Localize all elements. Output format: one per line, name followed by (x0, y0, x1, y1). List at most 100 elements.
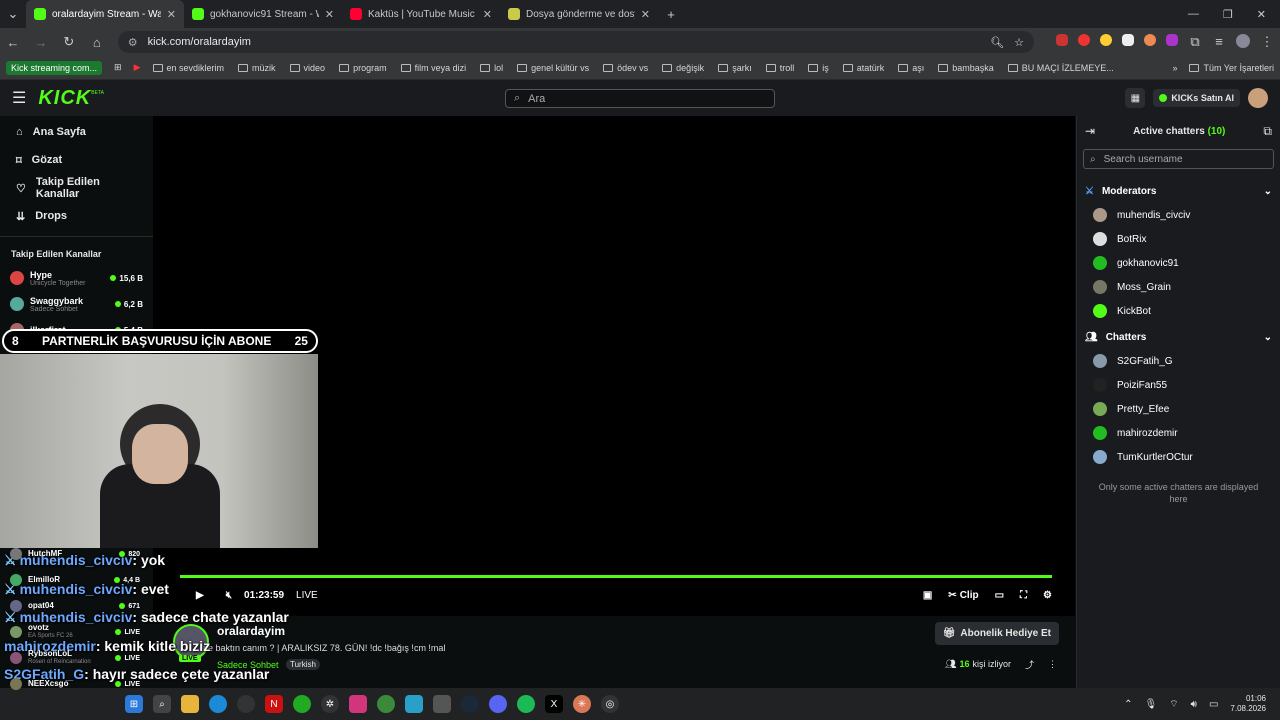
miniplayer-icon[interactable]: ▭ (995, 590, 1004, 601)
followed-channel[interactable]: Swaggybark Sadece Sohbet 6,2 B (0, 291, 153, 317)
bookmark-folder[interactable]: şarkı (718, 63, 752, 73)
whatsapp-icon[interactable] (293, 695, 311, 713)
chatter-row[interactable]: gokhanovic91 (1077, 251, 1280, 275)
search-app-icon[interactable]: ⌕ (153, 695, 171, 713)
playback-progress-bar[interactable] (180, 575, 1052, 578)
extension-icon[interactable] (1099, 34, 1112, 46)
chatter-row[interactable]: mahirozdemir (1077, 421, 1280, 445)
media-control-icon[interactable]: ≡ (1212, 34, 1226, 50)
chatters-section-header[interactable]: 👥︎ Chatters ⌄ (1077, 325, 1280, 349)
username-search-input[interactable]: ⌕ Search username (1083, 149, 1274, 169)
bookmark-folder[interactable]: değişik (662, 63, 704, 73)
sidebar-nav-item[interactable]: ⌂ Ana Sayfa (0, 118, 153, 146)
chatter-row[interactable]: TumKurtlerOCtur (1077, 445, 1280, 469)
store-icon[interactable]: ▦ (1125, 88, 1146, 108)
share-icon[interactable]: ⤴ (1025, 658, 1034, 671)
obs-icon[interactable]: ◎ (601, 695, 619, 713)
tab-close-icon[interactable]: ✕ (325, 8, 334, 21)
bookmark-folder[interactable]: aşı (898, 63, 924, 73)
bookmark-folder[interactable]: müzik (238, 63, 276, 73)
reload-icon[interactable]: ↻ (62, 34, 76, 50)
speed-icon[interactable] (237, 695, 255, 713)
instagram-icon[interactable] (349, 695, 367, 713)
gift-sub-button[interactable]: 🎁︎ Abonelik Hediye Et (934, 622, 1059, 645)
chrome-icon[interactable] (377, 695, 395, 713)
moderators-section-header[interactable]: ⚔ Moderators ⌄ (1077, 179, 1280, 203)
claude-icon[interactable]: ✳ (573, 695, 591, 713)
bookmark-folder[interactable]: troll (765, 63, 794, 73)
profile-avatar[interactable] (1235, 34, 1250, 48)
minimize-icon[interactable]: — (1188, 8, 1199, 21)
followed-channel[interactable]: RybsonLoL Rosen of Reincarnation LIVE (0, 650, 150, 665)
collapse-panel-icon[interactable]: ⇥ (1085, 124, 1095, 138)
sidebar-nav-item[interactable]: ⇊ Drops (0, 202, 153, 230)
more-bookmarks-icon[interactable]: » (1172, 63, 1177, 73)
followed-channel[interactable]: ElmilloR 4,4 B (0, 574, 150, 586)
discord-icon[interactable] (489, 695, 507, 713)
bookmark-folder[interactable]: ödev vs (603, 63, 648, 73)
language-tag[interactable]: Turkish (286, 659, 320, 670)
steam-icon[interactable] (461, 695, 479, 713)
microphone-icon[interactable]: 🎙︎ (1145, 699, 1158, 710)
extension-icon[interactable] (1077, 34, 1090, 46)
settings-gear-icon[interactable]: ⚙ (1043, 590, 1052, 601)
browser-tab[interactable]: oralardayim Stream - Watch Live ✕ (26, 0, 184, 28)
extension-icon[interactable] (1165, 34, 1178, 46)
extension-icon[interactable] (1055, 34, 1068, 46)
bookmark-folder[interactable]: video (289, 63, 325, 73)
wifi-icon[interactable]: ⌔ (1169, 698, 1178, 711)
close-window-icon[interactable]: ✕ (1257, 8, 1266, 21)
file-explorer-icon[interactable] (181, 695, 199, 713)
bookmark-folder[interactable]: iş (808, 63, 829, 73)
home-icon[interactable]: ⌂ (90, 35, 104, 50)
bookmark-folder[interactable]: genel kültür vs (517, 63, 589, 73)
bookmark-star-icon[interactable]: ☆ (1014, 36, 1024, 49)
tab-close-icon[interactable]: ✕ (167, 8, 176, 21)
bookmark-folder[interactable]: program (339, 63, 387, 73)
url-bar[interactable]: ⚙ kick.com/oralardayim 🔍︎ ☆ (117, 31, 1034, 53)
bookmark-folder[interactable]: film veya dizi (400, 63, 466, 73)
bookmark-kick[interactable]: Kick streaming com... (6, 60, 103, 75)
chatter-row[interactable]: Pretty_Efee (1077, 397, 1280, 421)
followed-channel[interactable]: HutchMF 820 (0, 548, 150, 560)
new-tab-button[interactable]: + (664, 7, 678, 22)
kick-logo[interactable]: KICK (38, 87, 91, 110)
chatter-row[interactable]: PoiziFan55 (1077, 373, 1280, 397)
battery-icon[interactable]: ▭ (1209, 699, 1218, 710)
youtube-icon[interactable]: ▶ (134, 62, 141, 73)
chatter-row[interactable]: BotRix (1077, 227, 1280, 251)
windows-start-icon[interactable]: ⊞ (125, 695, 143, 713)
extensions-puzzle-icon[interactable]: ⧉ (1188, 34, 1202, 50)
forward-icon[interactable]: → (34, 35, 48, 50)
extension-icon[interactable] (1143, 34, 1156, 46)
chatter-row[interactable]: Moss_Grain (1077, 275, 1280, 299)
followed-channel[interactable]: opat04 671 (0, 600, 150, 612)
user-avatar[interactable] (1248, 88, 1268, 108)
extension-icon[interactable] (1121, 34, 1134, 46)
bookmark-folder[interactable]: en sevdiklerim (152, 63, 224, 73)
chatter-row[interactable]: muhendis_civciv (1077, 203, 1280, 227)
sidebar-nav-item[interactable]: ♡ Takip Edilen Kanallar (0, 174, 153, 202)
theatre-mode-icon[interactable]: ▣ (923, 590, 932, 601)
more-options-icon[interactable]: ⋮ (1048, 659, 1057, 670)
site-info-icon[interactable]: ⚙ (128, 36, 138, 49)
followed-channel[interactable]: Hype Unicycle Together 15,6 B (0, 265, 153, 291)
browser-tab[interactable]: gokhanovic91 Stream - Watch Live ✕ (184, 0, 342, 28)
spotify-icon[interactable] (517, 695, 535, 713)
bookmark-folder[interactable]: BU MAÇI İZLEMEYE... (1007, 63, 1114, 73)
chatter-row[interactable]: KickBot (1077, 299, 1280, 323)
all-bookmarks[interactable]: Tüm Yer İşaretleri (1189, 63, 1274, 73)
chatter-row[interactable]: S2GFatih_G (1077, 349, 1280, 373)
followed-channel[interactable]: NEEXcsgo LIVE (0, 678, 150, 690)
clip-button[interactable]: ✂ Clip (948, 590, 978, 601)
tab-close-icon[interactable]: ✕ (641, 8, 650, 21)
maximize-icon[interactable]: ❐ (1223, 8, 1233, 21)
tab-search-icon[interactable]: ⌄ (6, 6, 20, 22)
browser-tab[interactable]: Kaktüs | YouTube Music ✕ (342, 0, 500, 28)
browser-tab[interactable]: Dosya gönderme ve dosya transferi ✕ (500, 0, 658, 28)
zoom-icon[interactable]: 🔍︎ (990, 36, 1004, 49)
vpn-icon[interactable] (433, 695, 451, 713)
live-indicator[interactable]: LIVE (296, 590, 318, 601)
volume-icon[interactable]: 🔊︎ (1191, 699, 1197, 710)
browser-menu-icon[interactable]: ⋮ (1260, 34, 1274, 50)
